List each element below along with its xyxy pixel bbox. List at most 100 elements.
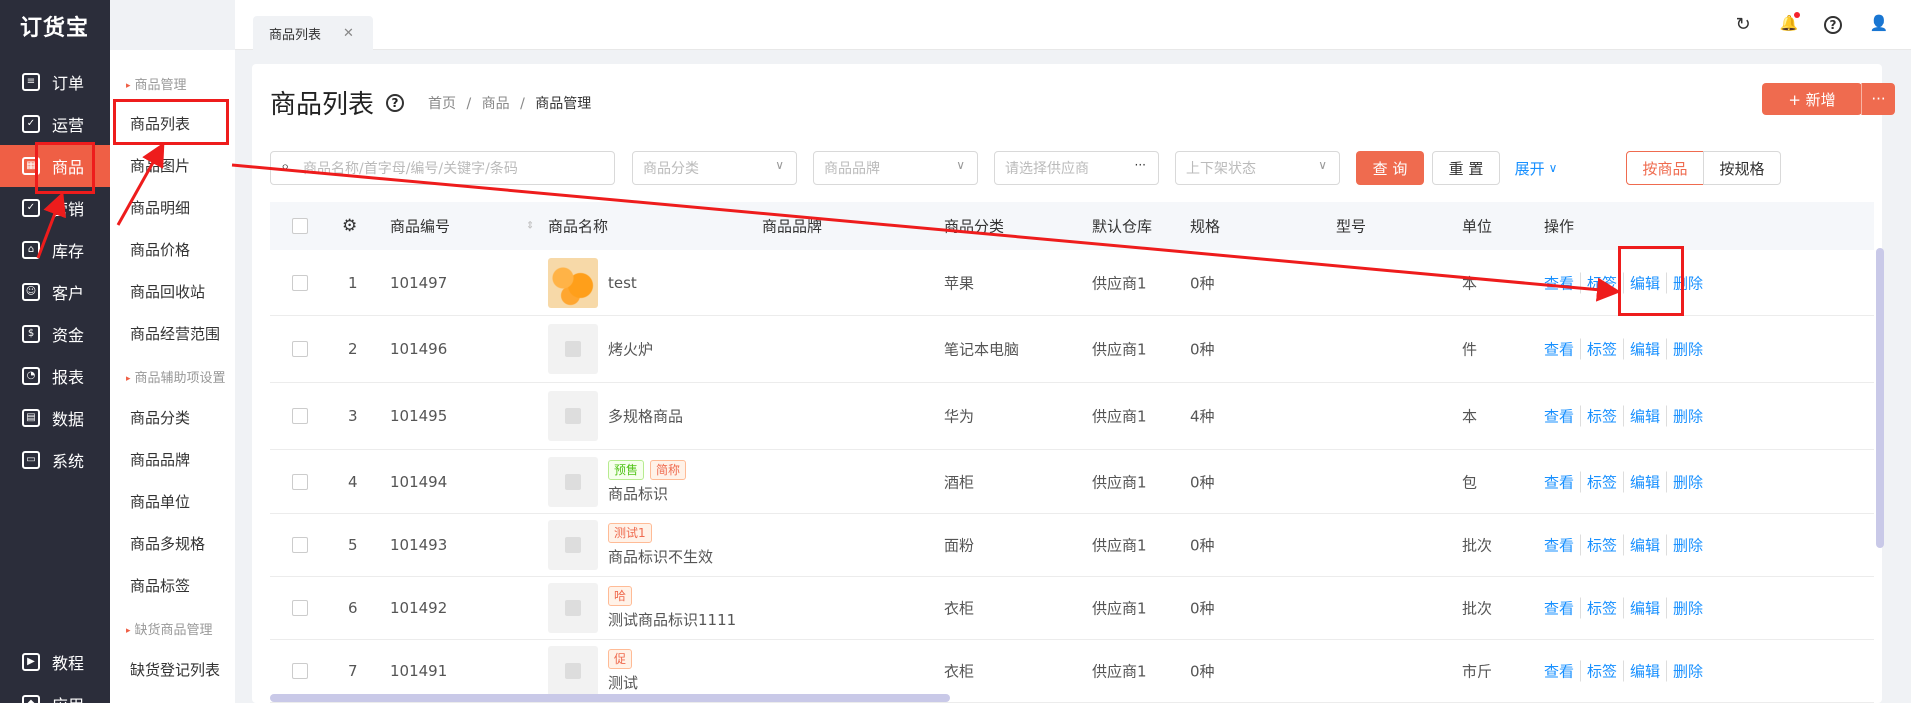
view-button[interactable]: 查看: [1544, 597, 1582, 619]
app-icon: ◆: [22, 695, 40, 703]
goods-tag-badge: 测试1: [608, 523, 652, 543]
money-icon: $: [22, 325, 40, 343]
view-by-spec-toggle[interactable]: 按规格: [1703, 151, 1781, 185]
category-select[interactable]: 商品分类 ∨: [632, 151, 797, 185]
tag-button[interactable]: 标签: [1581, 338, 1625, 360]
help-icon[interactable]: ?: [386, 93, 405, 112]
row-checkbox[interactable]: [292, 537, 308, 553]
vertical-scrollbar[interactable]: [1876, 248, 1884, 548]
tag-button[interactable]: 标签: [1581, 597, 1625, 619]
marketing-icon: ✓: [22, 199, 40, 217]
add-goods-button[interactable]: + 新增: [1762, 83, 1862, 115]
status-select[interactable]: 上下架状态 ∨: [1175, 151, 1340, 185]
system-icon: ▭: [22, 451, 40, 469]
breadcrumb-goods[interactable]: 商品: [482, 96, 510, 112]
select-all-checkbox[interactable]: [292, 218, 308, 234]
submenu-item-stockout-list[interactable]: 缺货登记列表: [130, 659, 220, 680]
more-actions-button[interactable]: ···: [1861, 83, 1895, 115]
close-icon[interactable]: ✕: [343, 26, 354, 41]
nav-item-warehouse[interactable]: ⌂ 库存: [0, 229, 110, 271]
supplier-select[interactable]: 请选择供应商 ···: [994, 151, 1159, 185]
user-icon[interactable]: 👤: [1868, 14, 1890, 36]
goods-name: 烤火炉: [608, 340, 654, 359]
horizontal-scrollbar[interactable]: [270, 694, 950, 702]
submenu-item-category[interactable]: 商品分类: [130, 407, 190, 428]
tag-button[interactable]: 标签: [1581, 534, 1625, 556]
delete-button[interactable]: 删除: [1667, 598, 1709, 619]
table-row: 6 101492 哈测试商品标识1111 衣柜 供应商1 0种 批次 查看 标签 编辑 删除: [270, 577, 1874, 640]
view-button[interactable]: 查看: [1544, 272, 1582, 293]
submenu-item-goods-detail[interactable]: 商品明细: [130, 197, 190, 218]
row-checkbox[interactable]: [292, 341, 308, 357]
delete-button[interactable]: 删除: [1667, 339, 1709, 360]
edit-button[interactable]: 编辑: [1624, 338, 1668, 360]
goods-name-cell: test: [608, 274, 637, 292]
row-checkbox[interactable]: [292, 600, 308, 616]
edit-button[interactable]: 编辑: [1624, 471, 1668, 492]
nav-item-order[interactable]: ≡ 订单: [0, 61, 110, 103]
image-placeholder-icon: [565, 473, 581, 490]
goods-category: 笔记本电脑: [944, 340, 1020, 359]
submenu-item-business-scope[interactable]: 商品经营范围: [130, 323, 220, 344]
nav-item-report[interactable]: ◔ 报表: [0, 355, 110, 397]
view-button[interactable]: 查看: [1544, 534, 1582, 556]
image-placeholder-icon: [565, 341, 581, 357]
query-button[interactable]: 查 询: [1356, 151, 1424, 185]
order-icon: ≡: [22, 73, 40, 91]
brand-select[interactable]: 商品品牌 ∨: [813, 151, 978, 185]
submenu-item-goods-images[interactable]: 商品图片: [130, 155, 190, 176]
submenu-item-brand[interactable]: 商品品牌: [130, 449, 190, 470]
goods-thumbnail: [548, 646, 598, 696]
expand-label: 展开: [1514, 159, 1545, 178]
image-placeholder-icon: [565, 537, 581, 553]
goods-warehouse: 供应商1: [1092, 407, 1147, 426]
goods-name: 商品标识不生效: [608, 548, 714, 566]
goods-spec-count: 0种: [1190, 599, 1215, 618]
nav-item-tutorial[interactable]: ▶ 教程: [0, 641, 110, 683]
expand-filters-button[interactable]: 展开 ∨: [1508, 151, 1564, 185]
edit-button[interactable]: 编辑: [1624, 534, 1668, 556]
row-checkbox[interactable]: [292, 408, 308, 424]
delete-button[interactable]: 删除: [1667, 406, 1709, 427]
nav-item-money[interactable]: $ 资金: [0, 313, 110, 355]
tab-goods-list[interactable]: 商品列表 ✕: [253, 16, 373, 50]
refresh-icon[interactable]: ↻: [1732, 14, 1754, 36]
row-checkbox[interactable]: [292, 473, 308, 490]
view-button[interactable]: 查看: [1544, 660, 1582, 682]
submenu-item-tags[interactable]: 商品标签: [130, 575, 190, 596]
row-actions: 查看 标签 编辑 删除: [1544, 660, 1709, 682]
row-checkbox[interactable]: [292, 663, 308, 679]
sort-icon[interactable]: ⇕: [526, 221, 534, 232]
view-button[interactable]: 查看: [1544, 471, 1582, 492]
view-by-goods-toggle[interactable]: 按商品: [1626, 151, 1704, 185]
goods-tag-badge: 简称: [650, 459, 687, 480]
submenu-item-goods-price[interactable]: 商品价格: [130, 239, 190, 260]
breadcrumb-home[interactable]: 首页: [428, 96, 456, 112]
goods-unit: 批次: [1462, 536, 1493, 555]
edit-button[interactable]: 编辑: [1624, 405, 1668, 427]
nav-item-app[interactable]: ◆ 应用: [0, 683, 110, 703]
tag-button[interactable]: 标签: [1581, 660, 1625, 682]
submenu-item-multi-spec[interactable]: 商品多规格: [130, 533, 205, 554]
delete-button[interactable]: 删除: [1667, 471, 1709, 492]
submenu-item-unit[interactable]: 商品单位: [130, 491, 190, 512]
table-row: 4 101494 预售 简称 商品标识 酒柜 供应商1 0种 包 查看 标签 编辑 删除: [270, 450, 1874, 514]
view-button[interactable]: 查看: [1544, 405, 1582, 427]
nav-item-system[interactable]: ▭ 系统: [0, 439, 110, 481]
delete-button[interactable]: 删除: [1667, 535, 1709, 556]
nav-item-customer[interactable]: ☺ 客户: [0, 271, 110, 313]
row-checkbox[interactable]: [292, 274, 308, 291]
search-input[interactable]: ⌕ 商品名称/首字母/编号/关键字/条码: [270, 151, 615, 185]
submenu-item-recycle-bin[interactable]: 商品回收站: [130, 281, 205, 302]
tag-button[interactable]: 标签: [1581, 405, 1625, 427]
edit-button[interactable]: 编辑: [1624, 597, 1668, 619]
tag-button[interactable]: 标签: [1581, 471, 1625, 492]
nav-item-data[interactable]: ▤ 数据: [0, 397, 110, 439]
view-button[interactable]: 查看: [1544, 338, 1582, 360]
reset-button[interactable]: 重 置: [1432, 151, 1500, 185]
help-icon[interactable]: ?: [1824, 16, 1842, 34]
gear-icon[interactable]: ⚙: [342, 216, 357, 236]
nav-item-operation[interactable]: ✓ 运营: [0, 103, 110, 145]
delete-button[interactable]: 删除: [1667, 661, 1709, 682]
edit-button[interactable]: 编辑: [1624, 660, 1668, 682]
